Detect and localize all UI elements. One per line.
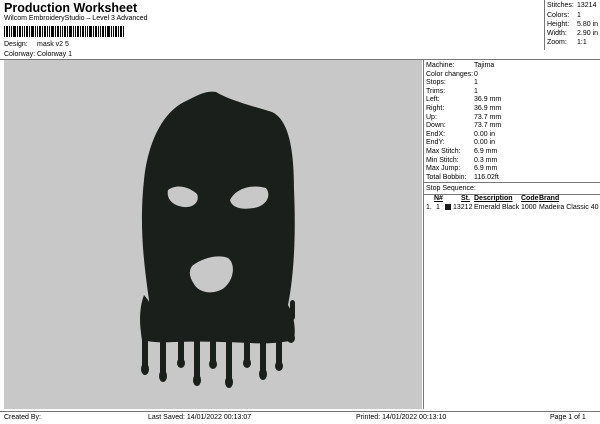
col-description: Description — [474, 195, 513, 202]
software-subtitle: Wilcom EmbroideryStudio – Level 3 Advanc… — [4, 15, 148, 22]
col-num: N# — [434, 195, 443, 202]
row-code: 1000 — [521, 204, 537, 211]
col-st: St. — [461, 195, 470, 202]
design-value: mask v2 5 — [37, 41, 69, 48]
last-saved: Last Saved: 14/01/2022 00:13:07 — [148, 414, 252, 421]
colors-label: Colors: — [547, 12, 570, 19]
ski-mask-design — [140, 91, 295, 388]
summary-divider — [544, 0, 545, 50]
property-value: 6.9 mm — [474, 148, 498, 155]
property-label: Left: — [426, 96, 440, 104]
stitches-label: Stitches: — [547, 2, 574, 9]
thread-color-swatch — [445, 204, 451, 210]
height-value: 5.80 in — [577, 21, 599, 28]
footer-divider — [0, 411, 600, 412]
property-value: 6.9 mm — [474, 165, 498, 173]
property-label: Color changes: — [426, 70, 474, 78]
zoom-value: 1:1 — [577, 39, 587, 46]
property-value: Tajima — [474, 62, 495, 69]
property-value: 1 — [474, 79, 478, 87]
created-by: Created By: — [4, 414, 41, 421]
width-label: Width: — [547, 30, 567, 37]
zoom-label: Zoom: — [547, 39, 567, 46]
property-label: Min Stitch: — [426, 156, 459, 164]
page-title: Production Worksheet — [4, 1, 138, 15]
property-label: Max Jump: — [426, 165, 461, 173]
panel-divider — [423, 60, 424, 409]
property-value: 116.02ft — [474, 173, 499, 181]
property-value: 73.7 mm — [474, 113, 502, 121]
property-value: 0 — [474, 70, 478, 78]
height-label: Height: — [547, 21, 570, 28]
row-num: 1 — [436, 204, 440, 211]
row-brand: Madeira Classic 40 — [539, 204, 599, 211]
barcode — [4, 26, 124, 37]
design-preview — [4, 60, 422, 409]
stop-sequence-divider — [424, 182, 600, 183]
property-label: Machine: — [426, 62, 455, 69]
property-value: 0.00 in — [474, 139, 496, 147]
property-label: Down: — [426, 122, 446, 130]
page-number: Page 1 of 1 — [550, 414, 586, 421]
property-label: Stops: — [426, 79, 446, 87]
design-label: Design: — [4, 41, 28, 48]
colorway-label: Colorway: — [4, 51, 36, 58]
property-label: EndY: — [426, 139, 445, 147]
property-value: 0.00 in — [474, 130, 496, 138]
row-description: Emerald Black — [474, 204, 520, 211]
property-value: 0.3 mm — [474, 156, 498, 164]
property-value: 1 — [474, 87, 478, 95]
row-index: 1. — [426, 204, 432, 211]
property-label: Max Stitch: — [426, 148, 461, 155]
stitches-value: 13214 — [577, 2, 597, 9]
property-label: Trims: — [426, 87, 446, 95]
col-code: Code — [521, 195, 539, 202]
property-value: 73.7 mm — [474, 122, 502, 130]
row-stitches: 13212 — [453, 204, 473, 211]
property-value: 36.9 mm — [474, 96, 502, 104]
width-value: 2.90 in — [577, 30, 599, 37]
printed-date: Printed: 14/01/2022 00:13:10 — [356, 414, 447, 421]
property-label: Total Bobbin: — [426, 173, 467, 181]
property-label: Right: — [426, 105, 445, 112]
property-value: 36.9 mm — [474, 105, 502, 112]
col-brand: Brand — [539, 195, 560, 202]
stop-sequence-title: Stop Sequence: — [426, 185, 476, 192]
property-label: EndX: — [426, 130, 446, 138]
colorway-value: Colorway 1 — [37, 51, 73, 58]
property-label: Up: — [426, 113, 437, 121]
colors-value: 1 — [577, 12, 581, 19]
